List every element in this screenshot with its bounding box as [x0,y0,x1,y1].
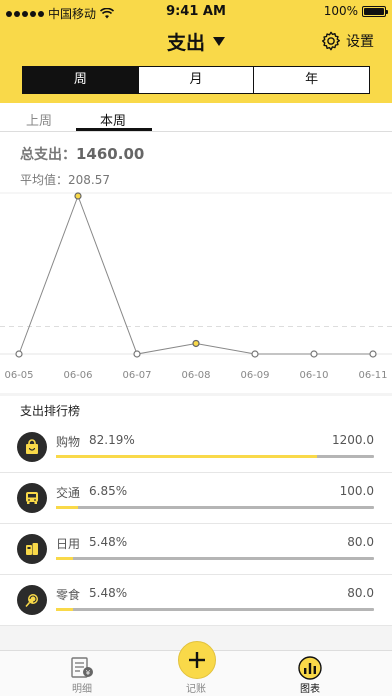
category-name: 购物 [56,435,81,449]
tab-record[interactable]: 记账 [161,651,231,696]
tab-year[interactable]: 年 [253,67,369,93]
series-line [18,194,373,355]
average-number: 208.57 [68,173,111,187]
ranking-item-transport[interactable]: 交通 6.85% 100.0 [0,473,392,524]
average-value: 平均值：208.57 [20,171,110,188]
x-tick-label: 06-08 [181,370,210,381]
x-tick-label: 06-09 [240,370,269,381]
ranking-item-snacks[interactable]: 零食 5.48% 80.0 [0,575,392,626]
tab-month[interactable]: 月 [137,67,254,93]
data-point[interactable] [369,350,377,358]
daily-goods-icon [17,534,47,564]
settings-label: 设置 [346,34,374,50]
data-point[interactable] [251,350,259,358]
category-percent: 5.48% [89,586,128,600]
category-amount: 100.0 [339,484,374,498]
divider [0,625,392,626]
category-amount: 1200.0 [332,433,374,447]
tab-chart[interactable]: 图表 [275,651,345,696]
chart-card: 上周 本周 总支出：1460.00 平均值：208.57 06-05 06-06 0… [0,103,392,393]
chart-icon [298,656,322,680]
average-label: 平均值： [20,173,69,187]
category-name: 交通 [56,486,81,500]
status-bar: 中国移动 9:41 AM 100% [0,0,392,24]
shopping-bag-icon [17,432,47,462]
data-point[interactable] [74,192,82,200]
tab-this-week[interactable]: 本周 [100,110,126,129]
x-tick-label: 06-11 [358,370,387,381]
tab-chart-label: 图表 [300,684,320,695]
caret-down-icon [213,37,225,46]
page-title: 支出 [166,32,205,54]
x-tick-label: 06-07 [122,370,151,381]
tab-details-label: 明细 [72,684,92,695]
category-progress-bar [56,557,374,560]
data-point[interactable] [15,350,23,358]
tab-details[interactable]: ¥ 明细 [47,651,117,696]
category-amount: 80.0 [347,586,374,600]
category-progress-bar [56,506,374,509]
data-point[interactable] [192,339,200,348]
category-progress-bar [56,608,374,611]
total-label: 总支出： [20,147,76,163]
data-point[interactable] [133,350,141,358]
bottom-tab-bar: ¥ 明细 记账 图表 [0,641,392,696]
category-percent: 5.48% [89,535,128,549]
lollipop-icon [17,585,47,615]
category-amount: 80.0 [347,535,374,549]
x-tick-label: 06-06 [63,370,92,381]
line-chart: 06-05 06-06 06-07 06-08 06-09 06-10 06-11 [0,192,392,381]
battery-icon [362,5,388,17]
ranking-item-shopping[interactable]: 购物 82.19% 1200.0 [0,422,392,473]
x-tick-label: 06-10 [299,370,328,381]
tab-week[interactable]: 周 [23,67,138,93]
ranking-item-daily[interactable]: 日用 5.48% 80.0 [0,524,392,575]
ranking-header: 支出排行榜 [0,396,392,422]
ranking-title: 支出排行榜 [20,404,81,418]
week-subtabs: 上周 本周 [0,103,392,132]
category-percent: 82.19% [89,433,135,447]
gear-icon [321,31,341,51]
data-point[interactable] [310,350,318,358]
battery-label: 100% [323,4,358,18]
category-percent: 6.85% [89,484,128,498]
total-expense: 总支出：1460.00 [20,144,144,164]
header: 中国移动 9:41 AM 100% 支出 设置 周 月 年 [0,0,392,103]
category-progress-bar [56,455,374,458]
ledger-icon: ¥ [71,657,93,678]
tab-last-week[interactable]: 上周 [26,110,52,129]
active-tab-indicator [76,128,152,131]
category-name: 零食 [56,588,81,602]
category-name: 日用 [56,537,81,551]
x-tick-label: 06-05 [4,370,33,381]
bus-icon [17,483,47,513]
svg-text:¥: ¥ [86,669,91,677]
settings-button[interactable]: 设置 [320,30,374,52]
period-segmented-control: 周 月 年 [22,66,370,94]
tab-record-label: 记账 [186,684,206,695]
total-value: 1460.00 [76,145,145,163]
